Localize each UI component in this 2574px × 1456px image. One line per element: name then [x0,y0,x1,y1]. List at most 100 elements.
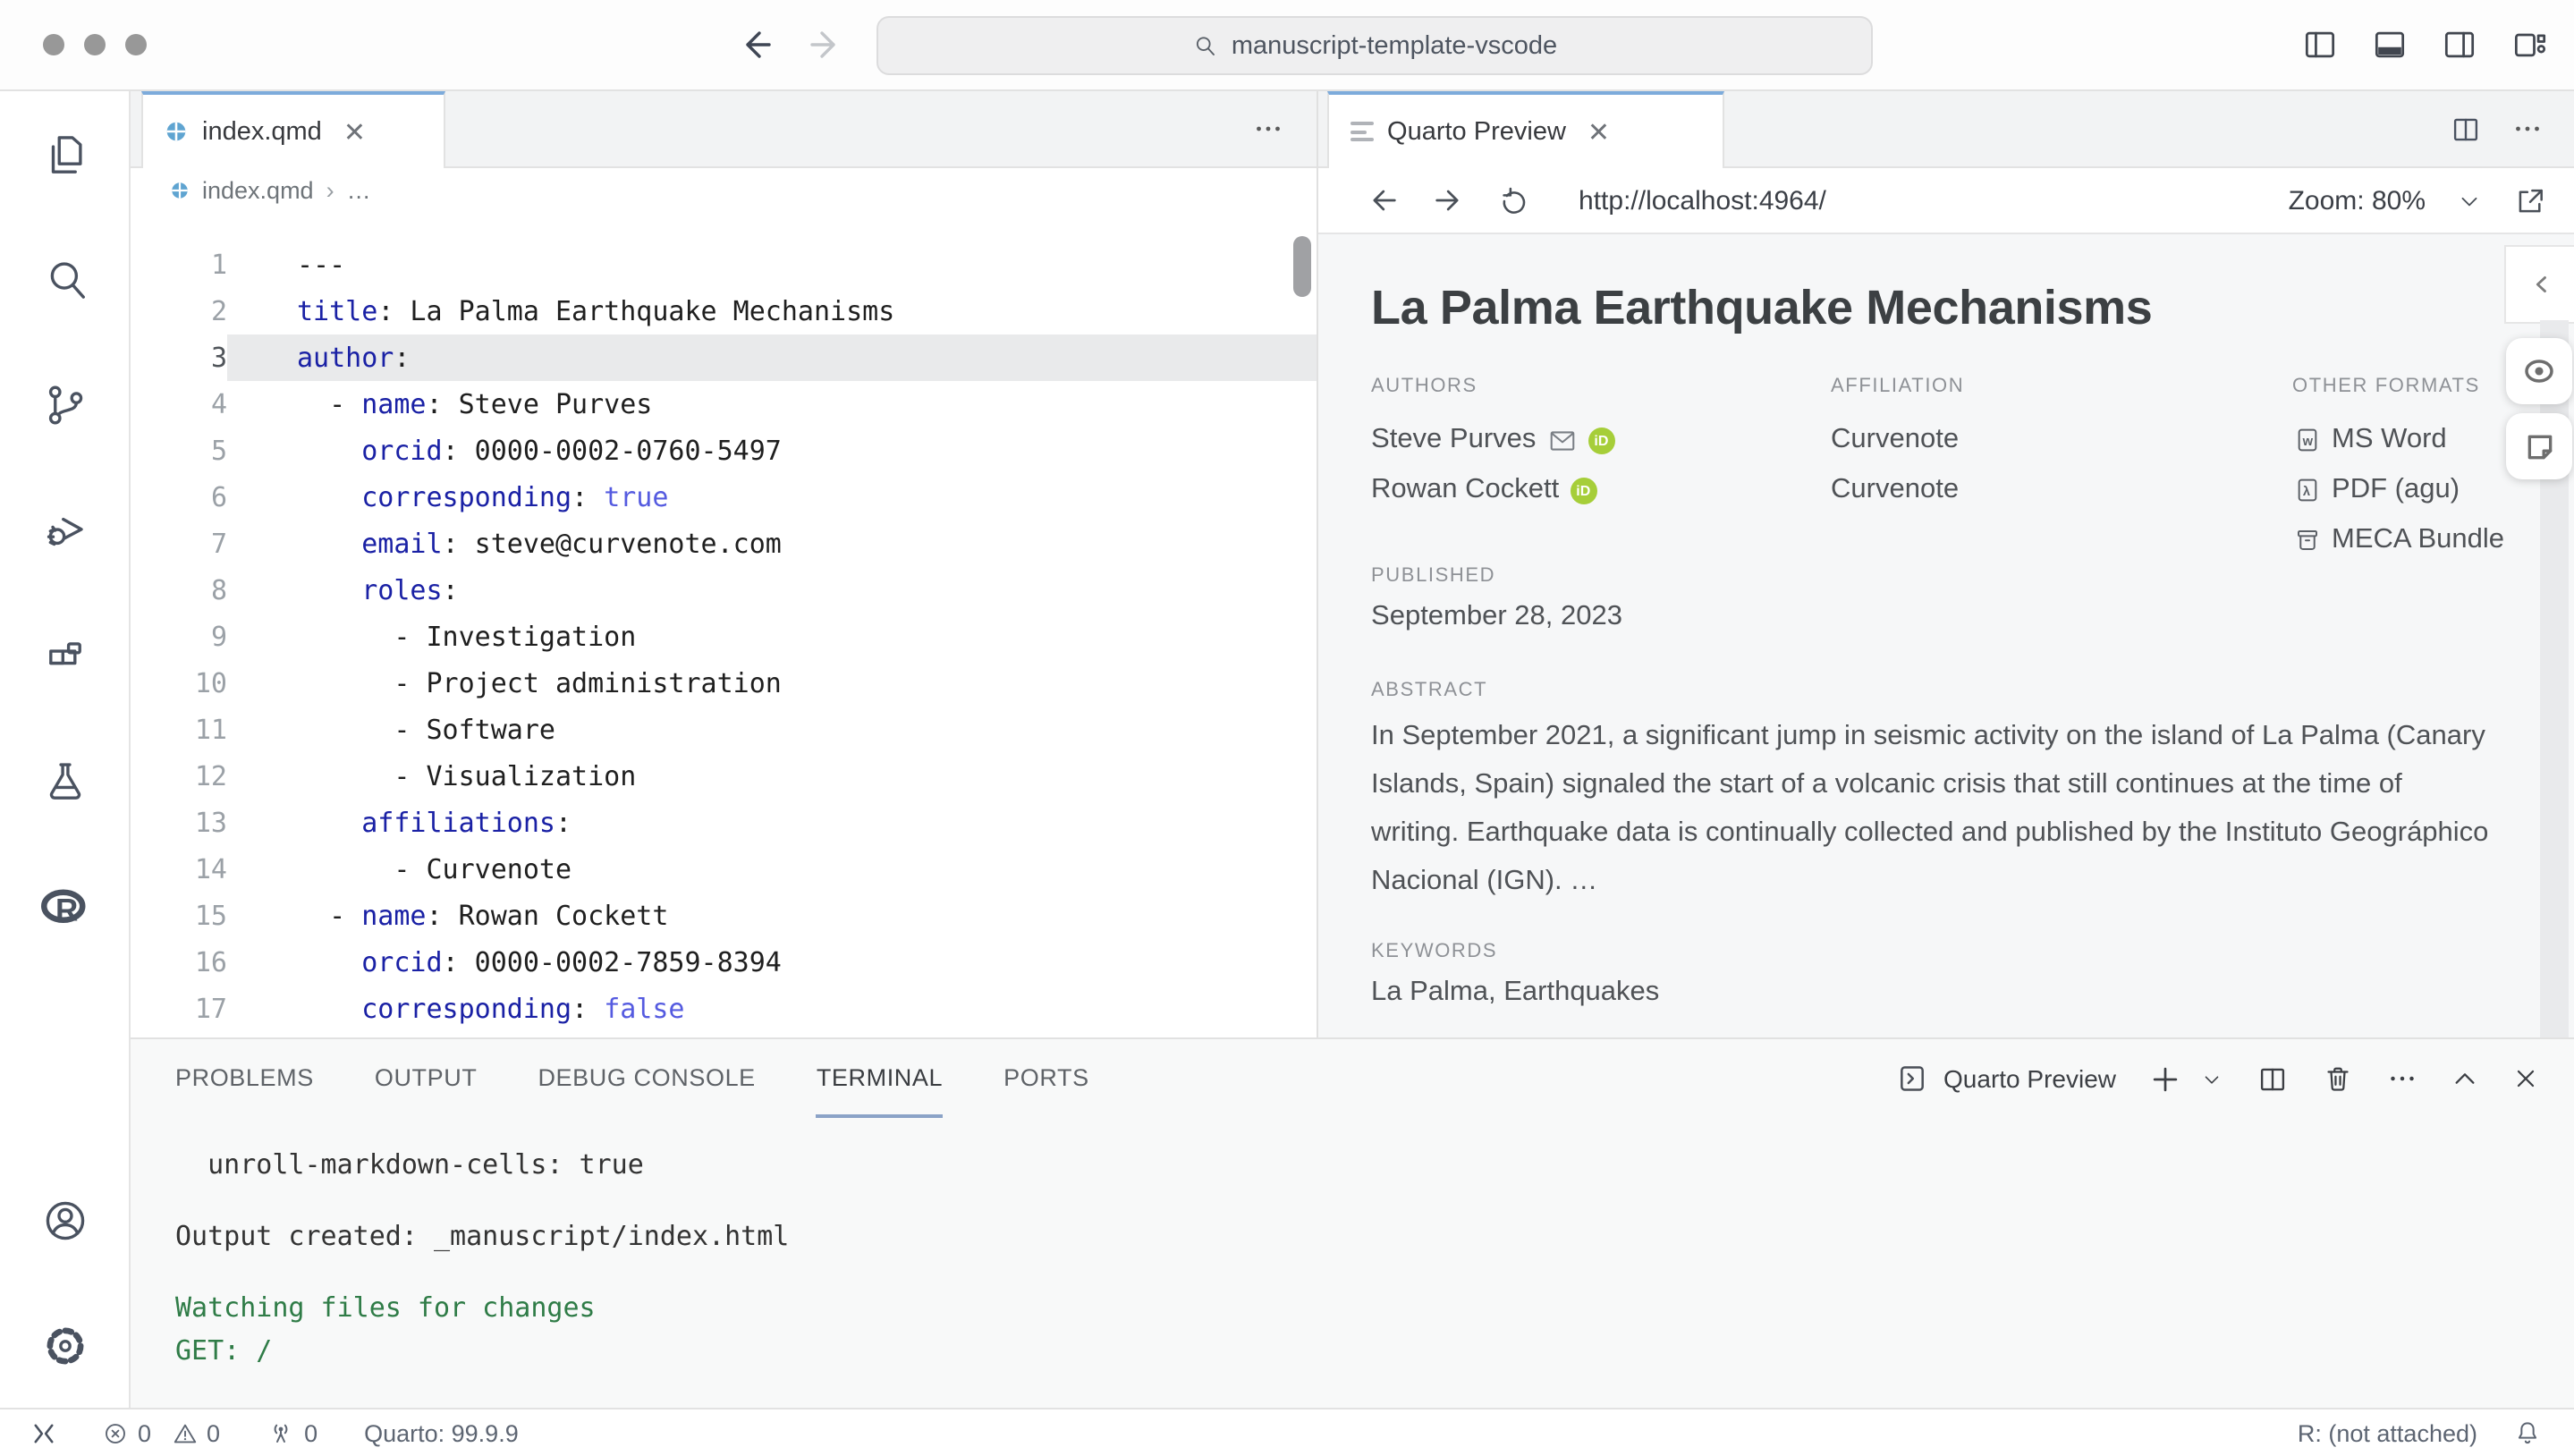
code-line: 7 email: steve@curvenote.com [131,521,1316,567]
tab-index-qmd[interactable]: index.qmd ✕ [141,91,445,168]
code-line: 5 orcid: 0000-0002-0760-5497 [131,427,1316,474]
extensions-icon[interactable] [0,592,129,717]
split-terminal-icon[interactable] [2256,1062,2290,1096]
orcid-icon[interactable]: iD [1588,427,1614,453]
svg-text:R: R [55,893,78,928]
forward-icon[interactable] [1430,182,1466,218]
explorer-icon[interactable] [0,91,129,216]
split-editor-icon[interactable] [2449,112,2483,146]
chevron-down-icon[interactable] [2456,187,2483,214]
code-line: 15 - name: Rowan Cockett [131,893,1316,939]
panel-tab-ports[interactable]: PORTS [1003,1040,1089,1119]
breadcrumb-file[interactable]: index.qmd [202,176,314,203]
terminal-icon [1893,1062,1929,1097]
code-line: 2title: La Palma Earthquake Mechanisms [131,288,1316,334]
maximize-panel-icon[interactable] [2451,1065,2479,1094]
quarto-version[interactable]: Quarto: 99.9.9 [364,1419,519,1446]
settings-gear-icon[interactable] [0,1282,129,1408]
published-label: PUBLISHED [1371,565,2574,587]
author-name: Steve Purves [1371,424,1536,456]
source-control-icon[interactable] [0,342,129,467]
r-language-icon[interactable]: R [0,842,129,968]
quarto-file-icon [165,120,188,143]
traffic-light-close[interactable] [43,34,64,55]
breadcrumb-more[interactable]: … [347,176,371,203]
status-bar: 0 0 0 Quarto: 99.9.9 R: (not attached) [0,1408,2574,1456]
meca-bundle-icon [2292,526,2321,554]
editor-scrollbar[interactable] [1292,236,1310,297]
tab-close-icon[interactable]: ✕ [343,115,366,148]
title-bar: manuscript-template-vscode [0,0,2574,91]
ms-word-icon: w [2292,426,2321,454]
abstract-label: ABSTRACT [1371,680,2574,701]
open-external-icon[interactable] [2513,183,2547,217]
format-link[interactable]: MECA Bundle [2292,515,2574,565]
code-line: 13 affiliations: [131,800,1316,846]
collapse-panel-chevron[interactable] [2504,245,2574,324]
panel-tab-terminal[interactable]: TERMINAL [817,1040,943,1119]
code-line: 9 - Investigation [131,614,1316,660]
traffic-light-zoom[interactable] [125,34,147,55]
toggle-panel-icon[interactable] [2370,25,2409,64]
breadcrumb[interactable]: index.qmd › … [131,168,1316,211]
ports-status[interactable]: 0 [267,1418,318,1447]
terminal-line: Watching files for changes [175,1287,2574,1330]
annotation-note-button[interactable] [2506,413,2572,479]
code-line: 17 corresponding: false [131,986,1316,1032]
run-debug-icon[interactable] [0,467,129,592]
kill-terminal-trash-icon[interactable] [2322,1063,2354,1096]
more-actions-icon[interactable] [1251,113,1283,145]
account-icon[interactable] [0,1157,129,1282]
preview-url[interactable]: http://localhost:4964/ [1579,185,1826,216]
code-line: 6 corresponding: true [131,474,1316,521]
toggle-secondary-sidebar-icon[interactable] [2440,25,2479,64]
bottom-panel: PROBLEMS OUTPUT DEBUG CONSOLE TERMINAL P… [131,1038,2574,1408]
panel-tab-debug-console[interactable]: DEBUG CONSOLE [538,1040,755,1119]
terminal-dropdown-icon[interactable] [2200,1068,2223,1091]
preview-toolbar: http://localhost:4964/ Zoom: 80% [1317,168,2574,234]
code-editor[interactable]: 1--- 2title: La Palma Earthquake Mechani… [131,211,1316,1038]
toggle-primary-sidebar-icon[interactable] [2300,25,2340,64]
article-title: La Palma Earthquake Mechanisms [1371,279,2574,336]
new-terminal-icon[interactable] [2148,1062,2182,1096]
code-line: 11 - Software [131,707,1316,753]
author-row: Rowan Cockett iD [1371,465,1831,515]
orcid-icon[interactable]: iD [1570,477,1596,504]
email-icon[interactable] [1546,427,1577,453]
problems-status[interactable]: 0 0 [102,1419,220,1446]
command-center-search[interactable]: manuscript-template-vscode [876,16,1873,75]
traffic-light-minimize[interactable] [84,34,106,55]
notifications-bell-icon[interactable] [2513,1418,2542,1447]
history-forward-icon[interactable] [805,23,848,66]
toc-eye-button[interactable] [2506,338,2572,404]
published-date: September 28, 2023 [1371,597,2574,637]
preview-list-icon [1350,117,1373,146]
tab-quarto-preview[interactable]: Quarto Preview ✕ [1326,91,1723,168]
terminal-line: Output created: _manuscript/index.html [175,1215,2574,1258]
terminal-line: GET: / [175,1330,2574,1373]
terminal-session-chip[interactable]: Quarto Preview [1893,1062,2116,1097]
more-actions-icon[interactable] [2511,113,2544,145]
search-icon [1192,32,1219,59]
customize-layout-icon[interactable] [2510,25,2549,64]
terminal-line: unroll-markdown-cells: true [175,1144,2574,1187]
broadcast-count: 0 [304,1419,318,1446]
testing-icon[interactable] [0,717,129,842]
terminal-output[interactable]: unroll-markdown-cells: true Output creat… [131,1119,2574,1373]
panel-more-actions-icon[interactable] [2386,1063,2418,1096]
editor-tab-strip: index.qmd ✕ [131,91,1316,168]
reload-icon[interactable] [1496,183,1530,217]
remote-indicator-icon[interactable] [29,1418,59,1448]
workspace-title: manuscript-template-vscode [1232,31,1557,60]
broadcast-icon [267,1418,295,1447]
r-session-status[interactable]: R: (not attached) [2298,1419,2477,1446]
panel-tab-output[interactable]: OUTPUT [375,1040,478,1119]
history-back-icon[interactable] [733,23,776,66]
back-icon[interactable] [1364,182,1400,218]
vscode-window: manuscript-template-vscode [0,0,2574,1454]
search-sidebar-icon[interactable] [0,216,129,342]
tab-close-icon[interactable]: ✕ [1588,115,1610,148]
close-panel-icon[interactable] [2511,1065,2540,1094]
zoom-level[interactable]: Zoom: 80% [2289,185,2426,216]
panel-tab-problems[interactable]: PROBLEMS [175,1040,314,1119]
